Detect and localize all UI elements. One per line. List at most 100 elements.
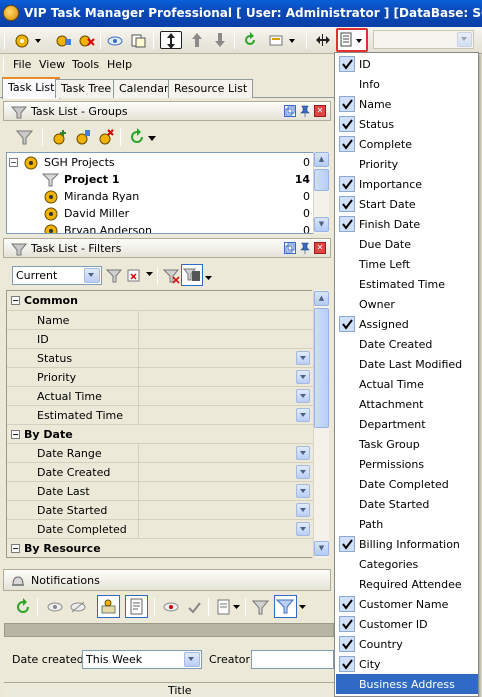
notify-me-button[interactable]	[97, 595, 120, 618]
column-width-icon[interactable]	[314, 31, 332, 49]
dropdown-icon[interactable]	[296, 465, 310, 479]
collapse-icon[interactable]: −	[11, 430, 20, 439]
mark-read-icon[interactable]	[46, 598, 64, 616]
menu-help[interactable]: Help	[107, 58, 132, 71]
column-menu-item[interactable]: Task Group	[336, 434, 478, 454]
column-menu-item[interactable]: Department	[336, 414, 478, 434]
pin-icon[interactable]	[299, 105, 311, 117]
property-value[interactable]	[139, 349, 313, 367]
tab-task-list[interactable]: Task List	[2, 77, 61, 99]
pin-icon[interactable]	[299, 242, 311, 254]
column-menu-item[interactable]: Assigned	[336, 314, 478, 334]
property-value[interactable]	[139, 463, 313, 481]
tree-row[interactable]: David Miller 0	[7, 205, 313, 222]
property-row[interactable]: Actual Time	[7, 386, 313, 405]
column-menu-item[interactable]: Actual Time	[336, 374, 478, 394]
delete-group-icon[interactable]	[97, 128, 115, 146]
edit-group-icon[interactable]	[74, 128, 92, 146]
property-row[interactable]: Date Range	[7, 443, 313, 462]
column-menu-item[interactable]: Attachment	[336, 394, 478, 414]
scroll-up-icon[interactable]: ▲	[314, 291, 329, 306]
menu-file[interactable]: File	[13, 58, 31, 71]
refresh-groups-icon[interactable]	[128, 128, 146, 146]
collapse-icon[interactable]: −	[9, 158, 18, 167]
property-value[interactable]	[139, 501, 313, 519]
property-value[interactable]	[139, 482, 313, 500]
category-common[interactable]: − Common	[7, 291, 313, 310]
column-menu-item[interactable]: Permissions	[336, 454, 478, 474]
column-menu-item[interactable]: Priority	[336, 154, 478, 174]
columns-chooser-button[interactable]	[336, 28, 368, 52]
move-down-icon[interactable]	[211, 31, 229, 49]
property-row[interactable]: Priority	[7, 367, 313, 386]
notify-list-button[interactable]	[125, 595, 148, 618]
column-menu-item[interactable]: Date Started	[336, 494, 478, 514]
property-value[interactable]	[139, 311, 313, 329]
new-task-icon[interactable]	[14, 31, 32, 49]
property-value[interactable]	[139, 406, 313, 424]
column-menu-item[interactable]: Business Address	[336, 674, 478, 694]
property-row[interactable]: Status	[7, 348, 313, 367]
dropdown-icon[interactable]	[296, 370, 310, 384]
tree-row[interactable]: − SGH Projects 0	[7, 154, 313, 171]
column-menu-item[interactable]: Date Last Modified	[336, 354, 478, 374]
move-updown-icon[interactable]	[160, 31, 182, 49]
dropdown-icon[interactable]	[296, 522, 310, 536]
tab-calendar[interactable]: Calendar	[113, 79, 175, 98]
refresh-notifications-icon[interactable]	[14, 598, 32, 616]
property-value[interactable]	[139, 368, 313, 386]
close-icon[interactable]: ✕	[314, 242, 326, 254]
remove-filter-icon[interactable]	[163, 268, 181, 284]
tab-resource-list[interactable]: Resource List	[168, 79, 254, 98]
copy-task-icon[interactable]	[129, 31, 147, 49]
column-menu-item[interactable]: ID	[336, 54, 478, 74]
scroll-down-icon[interactable]: ▼	[314, 217, 329, 232]
category-by-date[interactable]: − By Date	[7, 424, 313, 443]
column-menu-item[interactable]: Status	[336, 114, 478, 134]
column-menu-item[interactable]: Name	[336, 94, 478, 114]
column-menu-item[interactable]: Importance	[336, 174, 478, 194]
move-up-icon[interactable]	[188, 31, 206, 49]
new-task-dropdown-icon[interactable]	[33, 31, 43, 49]
property-value[interactable]	[139, 520, 313, 538]
restore-icon[interactable]	[284, 105, 296, 117]
toolbar-combo[interactable]	[373, 30, 474, 49]
add-group-icon[interactable]	[51, 128, 69, 146]
scroll-thumb[interactable]	[314, 308, 329, 428]
column-menu-item[interactable]: Customer ID	[336, 614, 478, 634]
view-task-icon[interactable]	[106, 31, 124, 49]
filter-columns-button[interactable]	[181, 264, 203, 286]
refresh-dropdown-icon[interactable]	[148, 136, 156, 142]
dropdown-icon[interactable]	[296, 503, 310, 517]
notifications-header[interactable]: Notifications	[3, 569, 331, 591]
dropdown-icon[interactable]	[296, 408, 310, 422]
filter-columns-dropdown-icon[interactable]	[205, 276, 212, 282]
column-menu-item[interactable]: Country	[336, 634, 478, 654]
column-menu-item[interactable]: Date Created	[336, 334, 478, 354]
tree-row[interactable]: Bryan Anderson 0	[7, 222, 313, 233]
property-row[interactable]: Date Last Modified	[7, 481, 313, 511]
column-menu-item[interactable]: Finish Date	[336, 214, 478, 234]
scroll-thumb[interactable]	[314, 169, 329, 191]
property-row[interactable]: ID	[7, 329, 313, 348]
notification-filter-button[interactable]	[274, 595, 297, 618]
column-menu-item[interactable]: Due Date	[336, 234, 478, 254]
groups-scrollbar[interactable]: ▲ ▼	[313, 152, 329, 234]
task-options-dropdown-icon[interactable]	[287, 31, 297, 49]
close-icon[interactable]: ✕	[314, 105, 326, 117]
notification-filter-dropdown-icon[interactable]	[299, 605, 306, 611]
notification-filter-icon[interactable]	[252, 598, 270, 616]
property-value[interactable]	[139, 444, 313, 462]
column-menu-item[interactable]: Complete	[336, 134, 478, 154]
column-menu-item[interactable]: Time Left	[336, 254, 478, 274]
dropdown-icon[interactable]	[296, 389, 310, 403]
scroll-down-icon[interactable]: ▼	[314, 541, 329, 556]
mark-unread-icon[interactable]	[69, 598, 87, 616]
menu-view[interactable]: View	[39, 58, 65, 71]
column-menu-item[interactable]: Required Attendee	[336, 574, 478, 594]
refresh-icon[interactable]	[241, 31, 259, 49]
creator-select[interactable]	[251, 650, 334, 669]
collapse-icon[interactable]: −	[11, 544, 20, 553]
tree-row[interactable]: Miranda Ryan 0	[7, 188, 313, 205]
property-row[interactable]: Date Completed	[7, 519, 313, 538]
